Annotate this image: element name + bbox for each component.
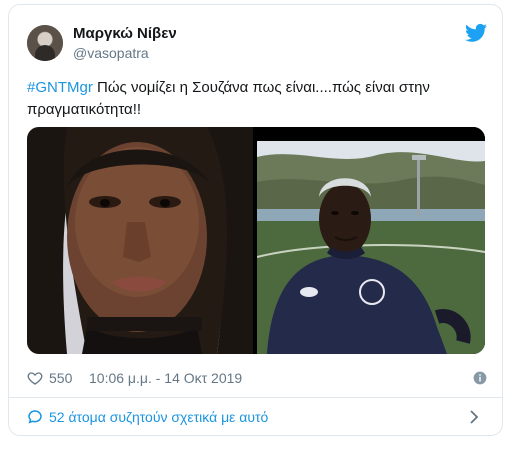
photo-left[interactable] — [27, 127, 253, 354]
heart-icon[interactable] — [27, 370, 43, 386]
portrait-woman-image — [27, 127, 253, 354]
media-grid — [27, 127, 485, 354]
timestamp[interactable]: 10:06 μ.μ. - 14 Οκτ 2019 — [89, 370, 242, 386]
football-coach-image — [257, 127, 485, 354]
discussion-link[interactable]: 52 άτομα συζητούν σχετικά με αυτό — [9, 398, 502, 436]
chevron-right-icon — [470, 410, 479, 424]
tweet-meta: 550 10:06 μ.μ. - 14 Οκτ 2019 — [27, 369, 487, 389]
photo-right[interactable] — [257, 127, 485, 354]
speech-bubble-icon — [28, 410, 42, 424]
twitter-bird-icon[interactable] — [465, 23, 487, 43]
avatar[interactable] — [27, 25, 63, 61]
info-icon[interactable] — [473, 371, 487, 385]
hashtag-link[interactable]: #GNTMgr — [27, 79, 93, 96]
author-handle[interactable]: @vasopatra — [73, 45, 149, 61]
author-name[interactable]: Μαργκώ Νίβεν — [73, 25, 177, 42]
discussion-label: 52 άτομα συζητούν σχετικά με αυτό — [49, 409, 269, 425]
avatar-silhouette — [35, 45, 55, 61]
tweet-text: #GNTMgr Πώς νομίζει η Σουζάνα πως είναι.… — [27, 77, 487, 121]
like-count[interactable]: 550 — [49, 370, 72, 386]
tweet-card[interactable]: Μαργκώ Νίβεν @vasopatra #GNTMgr Πώς νομί… — [8, 4, 503, 436]
